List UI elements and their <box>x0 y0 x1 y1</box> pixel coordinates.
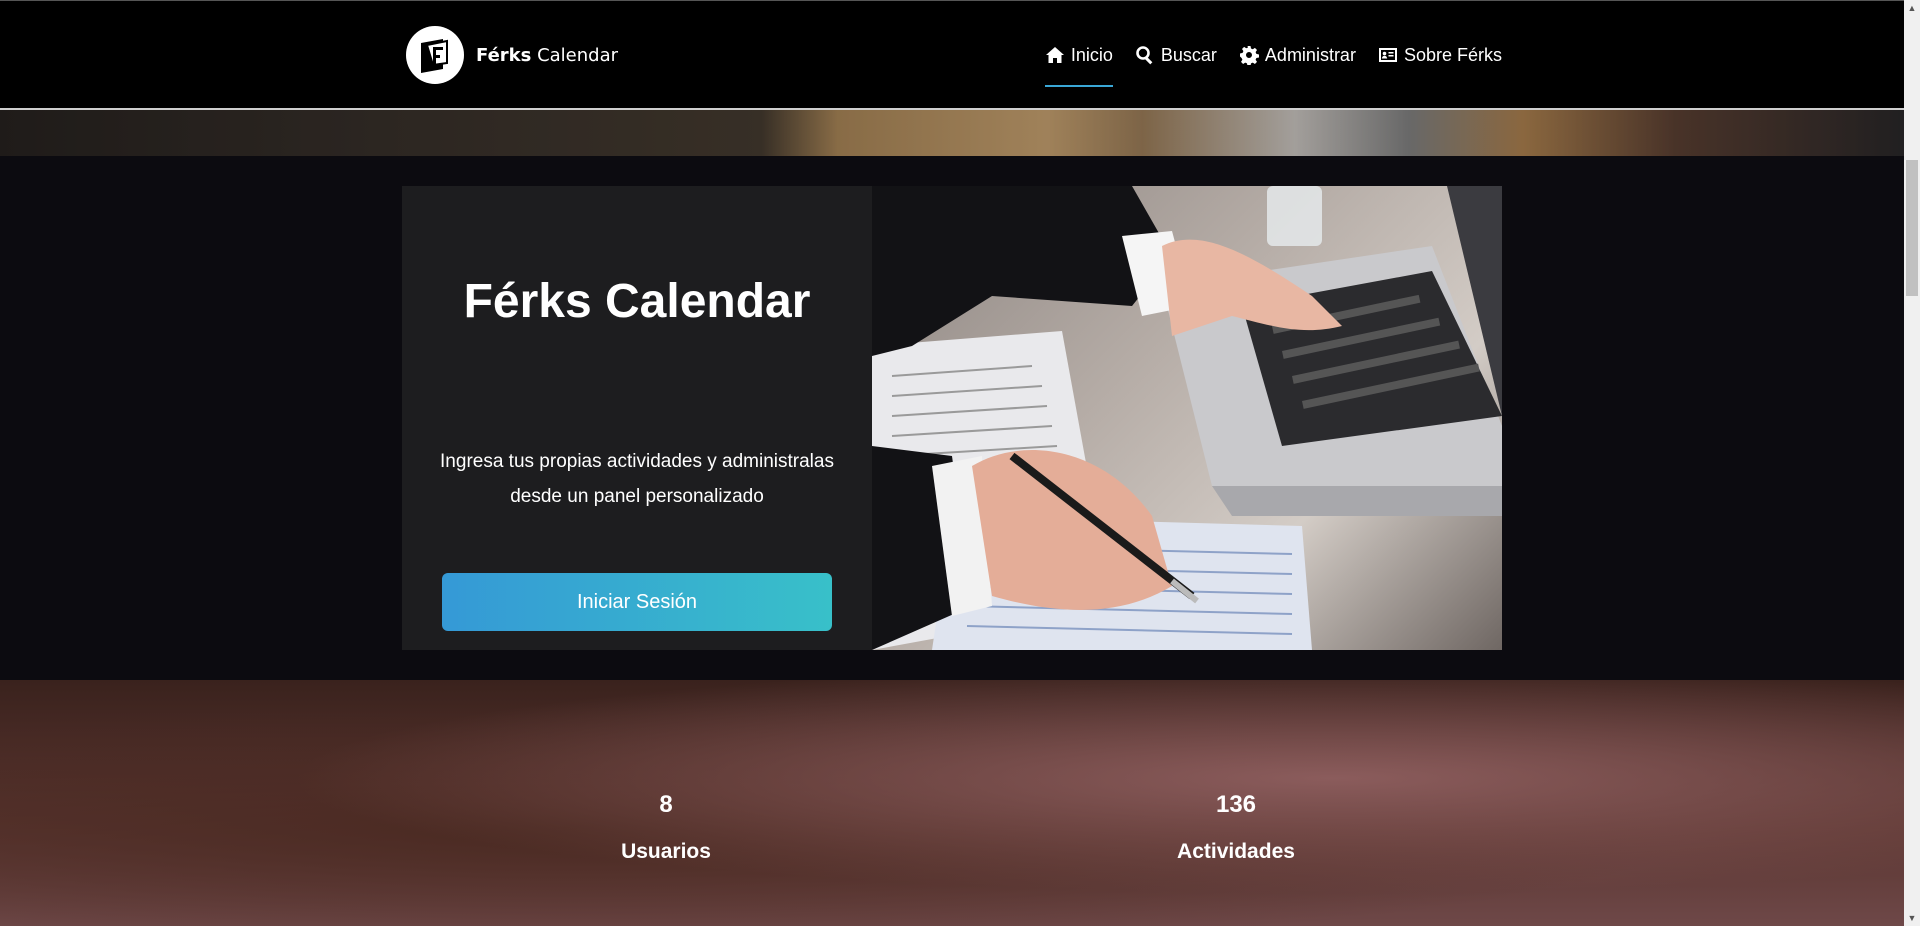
hero-section: Férks Calendar Ingresa tus propias activ… <box>0 156 1904 680</box>
stat-actividades: 136 Actividades <box>1136 785 1336 864</box>
scrollbar-thumb[interactable] <box>1906 160 1918 296</box>
brand[interactable]: Férks Calendar <box>406 24 618 86</box>
navbar: Férks Calendar Inicio Buscar Administrar… <box>0 0 1904 110</box>
stat-label: Actividades <box>1177 840 1295 863</box>
nav-item-label: Buscar <box>1160 44 1217 65</box>
hero-card: Férks Calendar Ingresa tus propias activ… <box>402 186 872 650</box>
gear-icon <box>1239 46 1259 65</box>
nav-item-inicio[interactable]: Inicio <box>1044 1 1113 109</box>
nav-item-label: Administrar <box>1264 44 1356 65</box>
page-scrollbar[interactable]: ▲ ▼ <box>1904 0 1920 926</box>
stat-usuarios: 8 Usuarios <box>566 785 766 864</box>
stat-value: 136 <box>1215 791 1257 818</box>
nav-item-sobre-ferks[interactable]: Sobre Férks <box>1378 1 1502 109</box>
stat-value: 8 <box>659 791 673 818</box>
nav-item-label: Inicio <box>1070 44 1113 65</box>
search-icon <box>1136 46 1153 65</box>
main-nav: Inicio Buscar Administrar Sobre Férks <box>1044 1 1502 109</box>
hero-image <box>872 186 1502 650</box>
hero-description: Ingresa tus propias actividades y admini… <box>440 451 834 507</box>
stat-label: Usuarios <box>621 840 711 863</box>
login-button[interactable]: Iniciar Sesión <box>442 573 832 631</box>
brand-name-bold: Férks <box>476 44 532 66</box>
scroll-down-icon[interactable]: ▼ <box>1904 910 1920 926</box>
stats-section: 8 Usuarios 136 Actividades <box>0 680 1904 926</box>
id-card-icon <box>1378 48 1397 62</box>
scroll-up-icon[interactable]: ▲ <box>1904 0 1920 16</box>
header-background-image <box>0 110 1904 156</box>
hero-title: Férks Calendar <box>463 275 811 328</box>
home-icon <box>1045 47 1064 63</box>
ferks-logo-icon <box>406 26 464 84</box>
nav-item-label: Sobre Férks <box>1403 44 1502 65</box>
brand-name-rest: Calendar <box>531 44 619 66</box>
brand-name: Férks Calendar <box>476 45 618 66</box>
nav-item-administrar[interactable]: Administrar <box>1239 1 1356 109</box>
page: Férks Calendar Inicio Buscar Administrar… <box>0 0 1904 926</box>
nav-item-buscar[interactable]: Buscar <box>1135 1 1217 109</box>
